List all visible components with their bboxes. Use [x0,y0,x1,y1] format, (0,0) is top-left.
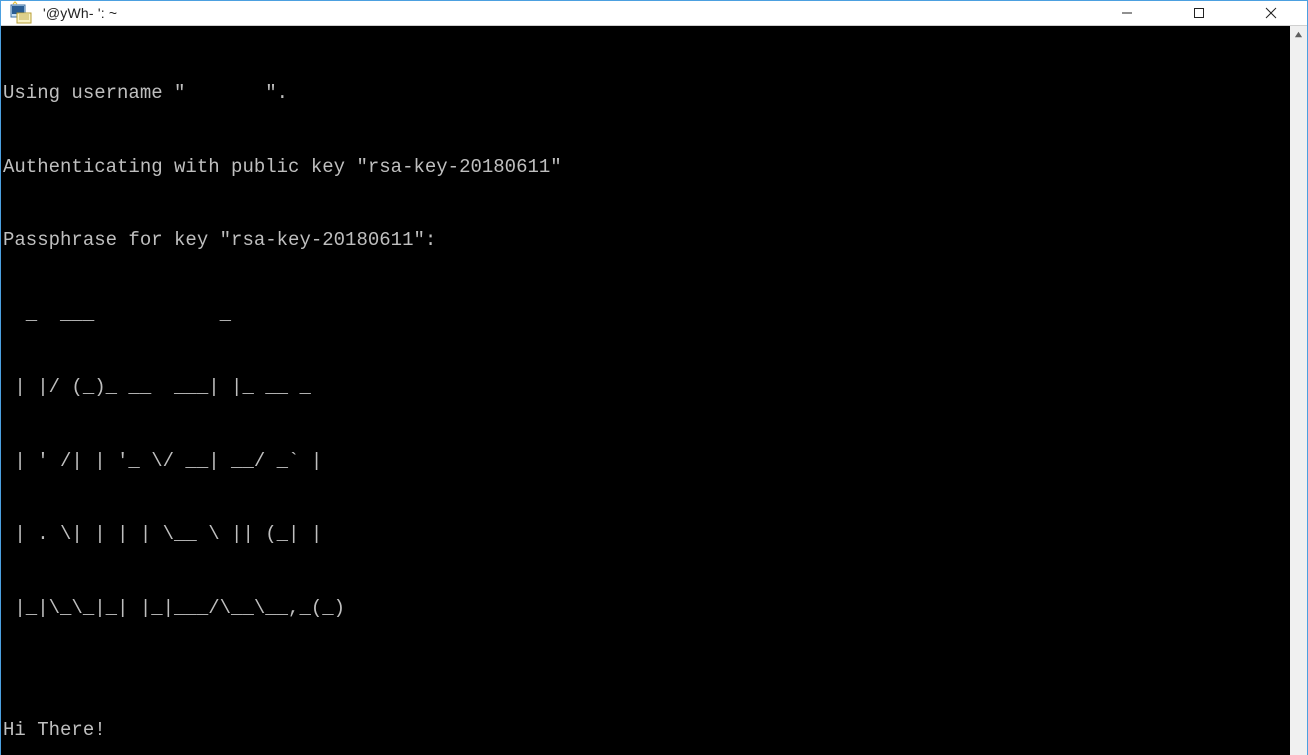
terminal-line: Hi There! [3,718,1290,743]
minimize-button[interactable] [1091,1,1163,25]
maximize-button[interactable] [1163,1,1235,25]
terminal-line: Authenticating with public key "rsa-key-… [3,155,1290,180]
scroll-track[interactable] [1290,43,1307,755]
window-controls [1091,1,1307,25]
scrollbar[interactable] [1290,26,1307,755]
window-title: '@yWh- ': ~ [43,5,117,21]
terminal-line: Passphrase for key "rsa-key-20180611": [3,228,1290,253]
terminal-line: _ ___ _ [3,302,1290,327]
terminal-line: | ' /| | '_ \/ __| __/ _` | [3,449,1290,474]
terminal-line: |_|\_\_|_| |_|___/\__\__,_(_) [3,596,1290,621]
terminal-line: | . \| | | | \__ \ || (_| | [3,522,1290,547]
putty-window: '@yWh- ': ~ Using username " ". Authenti… [0,0,1308,755]
terminal-line: Using username " ". [3,81,1290,106]
scroll-up-button[interactable] [1290,26,1307,43]
titlebar[interactable]: '@yWh- ': ~ [1,1,1307,26]
terminal-area: Using username " ". Authenticating with … [1,26,1307,755]
close-button[interactable] [1235,1,1307,25]
terminal-line: | |/ (_)_ __ ___| |_ __ _ [3,375,1290,400]
putty-icon [9,1,33,25]
terminal[interactable]: Using username " ". Authenticating with … [1,26,1290,755]
